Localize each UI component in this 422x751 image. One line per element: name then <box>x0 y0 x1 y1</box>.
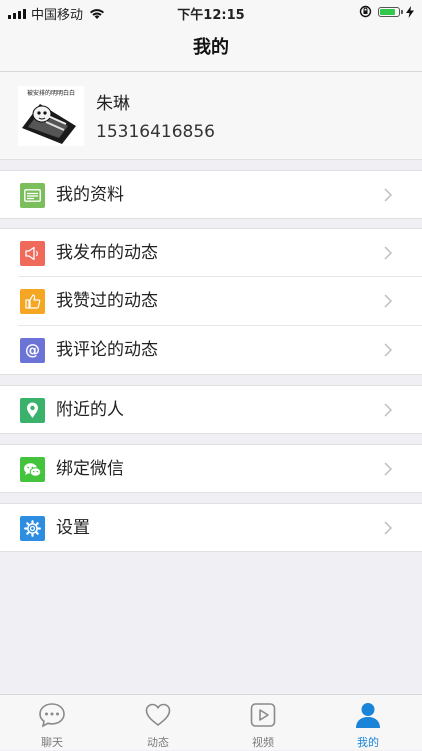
page-title: 我的 <box>193 37 229 58</box>
at-sign-icon: @ <box>20 338 45 363</box>
megaphone-icon <box>20 241 45 266</box>
menu-item-my-comments[interactable]: @ 我评论的动态 <box>0 326 422 375</box>
tab-video[interactable]: 视频 <box>223 695 303 751</box>
chat-bubble-icon <box>39 703 65 728</box>
location-pin-icon <box>20 398 45 423</box>
gear-icon <box>20 516 45 541</box>
status-bar: 中国移动 下午12:15 <box>0 0 422 24</box>
menu-item-label: 我评论的动态 <box>56 340 158 360</box>
tab-me[interactable]: 我的 <box>328 695 408 751</box>
chevron-right-icon <box>384 188 393 202</box>
thumbs-up-icon <box>20 289 45 314</box>
menu-item-label: 我赞过的动态 <box>56 291 158 311</box>
tab-bar: 聊天 动态 视频 我的 <box>0 694 422 750</box>
menu-item-label: 我发布的动态 <box>56 243 158 263</box>
battery-icon <box>378 6 403 17</box>
profile-header[interactable]: 被安排的明明白白 朱琳 15316416856 <box>0 72 422 160</box>
tab-label: 视频 <box>252 736 274 749</box>
menu-item-my-likes[interactable]: 我赞过的动态 <box>0 277 422 326</box>
tab-chat[interactable]: 聊天 <box>12 695 92 751</box>
chevron-right-icon <box>384 403 393 417</box>
menu-item-my-info[interactable]: 我的资料 <box>0 170 422 219</box>
menu-item-label: 附近的人 <box>56 400 124 420</box>
menu-item-label: 设置 <box>56 518 90 538</box>
meme-figure-image <box>22 104 76 144</box>
charging-bolt-icon <box>406 5 414 18</box>
rotation-lock-icon <box>359 5 372 18</box>
chevron-right-icon <box>384 462 393 476</box>
avatar[interactable]: 被安排的明明白白 <box>18 86 84 146</box>
heart-icon <box>145 703 171 726</box>
tab-label: 动态 <box>147 736 169 749</box>
play-icon <box>250 703 276 727</box>
tab-label: 我的 <box>357 736 379 749</box>
person-icon <box>356 703 380 728</box>
tab-label: 聊天 <box>41 736 63 749</box>
profile-name: 朱琳 <box>96 94 130 114</box>
chevron-right-icon <box>384 521 393 535</box>
menu-item-label: 我的资料 <box>56 185 124 205</box>
chevron-right-icon <box>384 246 393 260</box>
wechat-icon <box>20 457 45 482</box>
menu-item-settings[interactable]: 设置 <box>0 503 422 552</box>
menu-item-nearby[interactable]: 附近的人 <box>0 385 422 434</box>
chevron-right-icon <box>384 294 393 308</box>
profile-phone: 15316416856 <box>96 122 215 142</box>
menu-item-label: 绑定微信 <box>56 459 124 479</box>
tab-moments[interactable]: 动态 <box>118 695 198 751</box>
navigation-bar: 我的 <box>0 24 422 72</box>
menu-item-my-posts[interactable]: 我发布的动态 <box>0 228 422 277</box>
menu-item-bind-wechat[interactable]: 绑定微信 <box>0 444 422 493</box>
chevron-right-icon <box>384 343 393 357</box>
id-card-icon <box>20 183 45 208</box>
